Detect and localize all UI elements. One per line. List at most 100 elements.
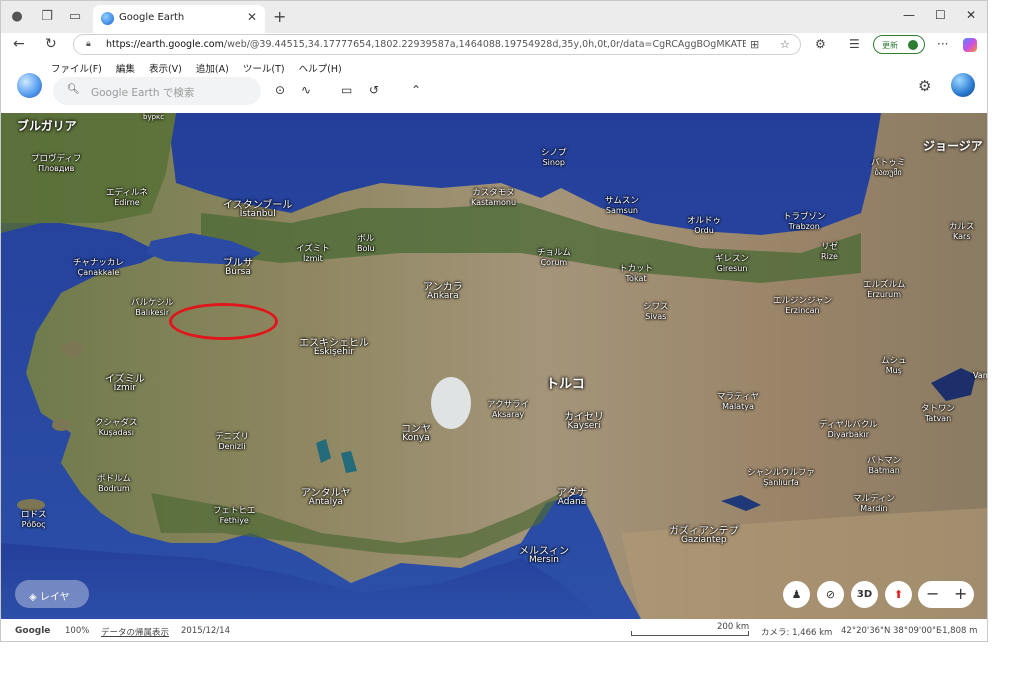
menu-file[interactable]: ファイル(F) xyxy=(51,64,102,75)
account-avatar[interactable] xyxy=(951,73,975,97)
tab-google-earth[interactable]: Google Earth ✕ xyxy=(93,5,265,33)
menu-tools[interactable]: ツール(T) xyxy=(243,64,285,75)
settings-gear-icon[interactable]: ⚙︎ xyxy=(918,77,931,95)
menu-view[interactable]: 表示(V) xyxy=(149,64,182,75)
attribution-link[interactable]: データの帰属表示 xyxy=(101,626,169,638)
city-label-en: Tatvan xyxy=(924,414,952,423)
city-label-jp: バトマン xyxy=(867,456,902,466)
lock-icon[interactable]: 🔒︎ xyxy=(86,39,91,49)
imagery-date: 2015/12/14 xyxy=(181,626,230,636)
city-label: カイセリ Kayseri xyxy=(564,413,604,431)
city-label-en: Kastamonu xyxy=(471,198,517,207)
history-icon[interactable]: ↺ xyxy=(369,83,379,97)
city-label-jp: イズミト xyxy=(296,244,330,254)
new-tab-icon[interactable]: + xyxy=(273,7,286,26)
city-label-jp: エルズルム xyxy=(863,280,906,290)
copilot-icon[interactable] xyxy=(963,38,977,52)
close-window-icon[interactable]: ✕ xyxy=(966,8,976,22)
city-label-en: Erzincan xyxy=(785,306,820,315)
city-label-en: Adana xyxy=(557,497,587,507)
extensions-icon[interactable]: ⚙︎ xyxy=(815,37,826,51)
city-label: バトマン Batman xyxy=(867,456,902,476)
search-box[interactable]: 🔍︎ Google Earth で検索 xyxy=(53,77,261,105)
minimize-icon[interactable]: — xyxy=(903,8,915,22)
city-label: サムスン Samsun xyxy=(605,197,639,216)
toggle-3d-button[interactable]: 3D xyxy=(851,581,878,608)
elevation: -1,808 m xyxy=(939,626,978,636)
city-label-jp: フェトヒエ xyxy=(213,506,256,516)
city-label-jp: タトワン xyxy=(921,404,956,414)
city-label-en: Пловдив xyxy=(38,164,75,173)
city-label: イズミル İzmir xyxy=(105,375,145,393)
city-label: チョルム Çorum xyxy=(537,249,571,268)
zoom-in-icon[interactable]: + xyxy=(954,581,967,606)
city-label-jp: マルディン xyxy=(853,494,895,504)
profile-icon[interactable]: ● xyxy=(9,9,25,25)
street-view-pegman-icon[interactable]: ♟ xyxy=(783,581,810,608)
zoom-out-icon[interactable]: − xyxy=(926,581,939,606)
city-label-en: Şanlıurfa xyxy=(763,478,799,487)
status-bar: Google 100% データの帰属表示 2015/12/14 200 km カ… xyxy=(1,619,987,641)
city-label-jp: デニズリ xyxy=(215,432,250,442)
region-label-bulgaria-tag: bypкс xyxy=(143,113,165,121)
camera-altitude: カメラ: 1,466 km xyxy=(761,628,833,638)
city-label: メルスィン Mersin xyxy=(519,547,569,565)
city-label: エルジンジャン Erzincan xyxy=(773,297,832,316)
search-input[interactable]: Google Earth で検索 xyxy=(91,85,194,100)
refresh-icon[interactable]: ↻ xyxy=(45,36,57,52)
favorites-icon[interactable]: ☰ xyxy=(849,37,860,51)
city-label: エルズルム Erzurum xyxy=(863,280,906,300)
city-label-jp: マラティヤ xyxy=(717,392,759,402)
maximize-icon[interactable]: ☐ xyxy=(935,8,946,22)
more-options-icon[interactable]: ··· xyxy=(937,37,948,51)
city-label-en: Bodrum xyxy=(98,484,130,493)
url-text: https://earth.google.com/web/@39.44515,3… xyxy=(106,39,746,50)
menu-add[interactable]: 追加(A) xyxy=(196,64,229,75)
city-label: アンタルヤ Antalya xyxy=(301,489,351,507)
reset-view-icon[interactable]: ⊘ xyxy=(817,581,844,608)
favorite-star-icon[interactable]: ☆ xyxy=(780,38,790,51)
city-label: イスタンブール İstanbul xyxy=(223,201,292,219)
tab-actions-icon[interactable]: ▭ xyxy=(67,9,83,25)
update-button[interactable]: 更新 xyxy=(873,35,925,54)
close-tab-icon[interactable]: ✕ xyxy=(247,10,257,24)
address-bar[interactable]: 🔒︎ https://earth.google.com/web/@39.4451… xyxy=(73,34,801,55)
city-label-jp: シノプ xyxy=(541,148,567,158)
layers-button[interactable]: ◈ レイヤ xyxy=(15,580,89,608)
map-view[interactable]: ブルガリア bypкс ジョージア トルコ Van プロヴディフ Пловдив エ… xyxy=(1,113,987,619)
city-label-jp: アクサライ xyxy=(487,400,530,410)
google-earth-logo-icon[interactable] xyxy=(17,73,42,98)
path-icon[interactable]: ∿ xyxy=(301,83,311,97)
city-label-en: Çorum xyxy=(540,258,568,267)
highlight-circle-istanbul xyxy=(169,303,278,340)
city-label-en: Samsun xyxy=(605,206,638,215)
city-label-en: Trabzon xyxy=(788,222,820,231)
city-label-en: İzmit xyxy=(303,254,323,263)
city-label-jp: ボル xyxy=(357,234,375,244)
city-label: リゼ Rize xyxy=(821,243,838,262)
city-label-en: Kayseri xyxy=(567,421,601,431)
city-label-en: Bolu xyxy=(357,244,375,253)
city-label: バトゥミ ბათუმი xyxy=(871,159,905,178)
placemark-icon[interactable]: ⊙ xyxy=(275,83,285,97)
city-label-en: Denizli xyxy=(218,442,246,451)
tab-title: Google Earth xyxy=(119,12,185,23)
back-icon[interactable]: ← xyxy=(13,36,25,52)
city-label-en: Ordu xyxy=(694,226,714,235)
compass-icon[interactable]: ⬆ xyxy=(885,581,912,608)
city-label: トカット Tokat xyxy=(619,265,653,284)
city-label-jp: ムシュ xyxy=(881,356,907,366)
collapse-toolbar-icon[interactable]: ⌃ xyxy=(411,83,421,97)
workspaces-icon[interactable]: ❐ xyxy=(39,9,55,25)
city-label: クシャダス Kuşadası xyxy=(95,419,138,438)
ruler-icon[interactable]: ▭ xyxy=(341,83,352,97)
app-available-icon[interactable]: ⊞ xyxy=(750,38,759,51)
city-label-en: Ankara xyxy=(426,291,459,301)
menu-help[interactable]: ヘルプ(H) xyxy=(299,64,342,75)
city-label-en: Batman xyxy=(868,466,900,475)
city-label-en: İzmir xyxy=(113,383,137,393)
city-label-en: Kuşadası xyxy=(98,428,134,437)
menu-edit[interactable]: 編集 xyxy=(116,64,135,75)
city-label: ボドルム Bodrum xyxy=(97,475,131,494)
city-label: シャンルウルファ Şanlıurfa xyxy=(747,469,815,488)
